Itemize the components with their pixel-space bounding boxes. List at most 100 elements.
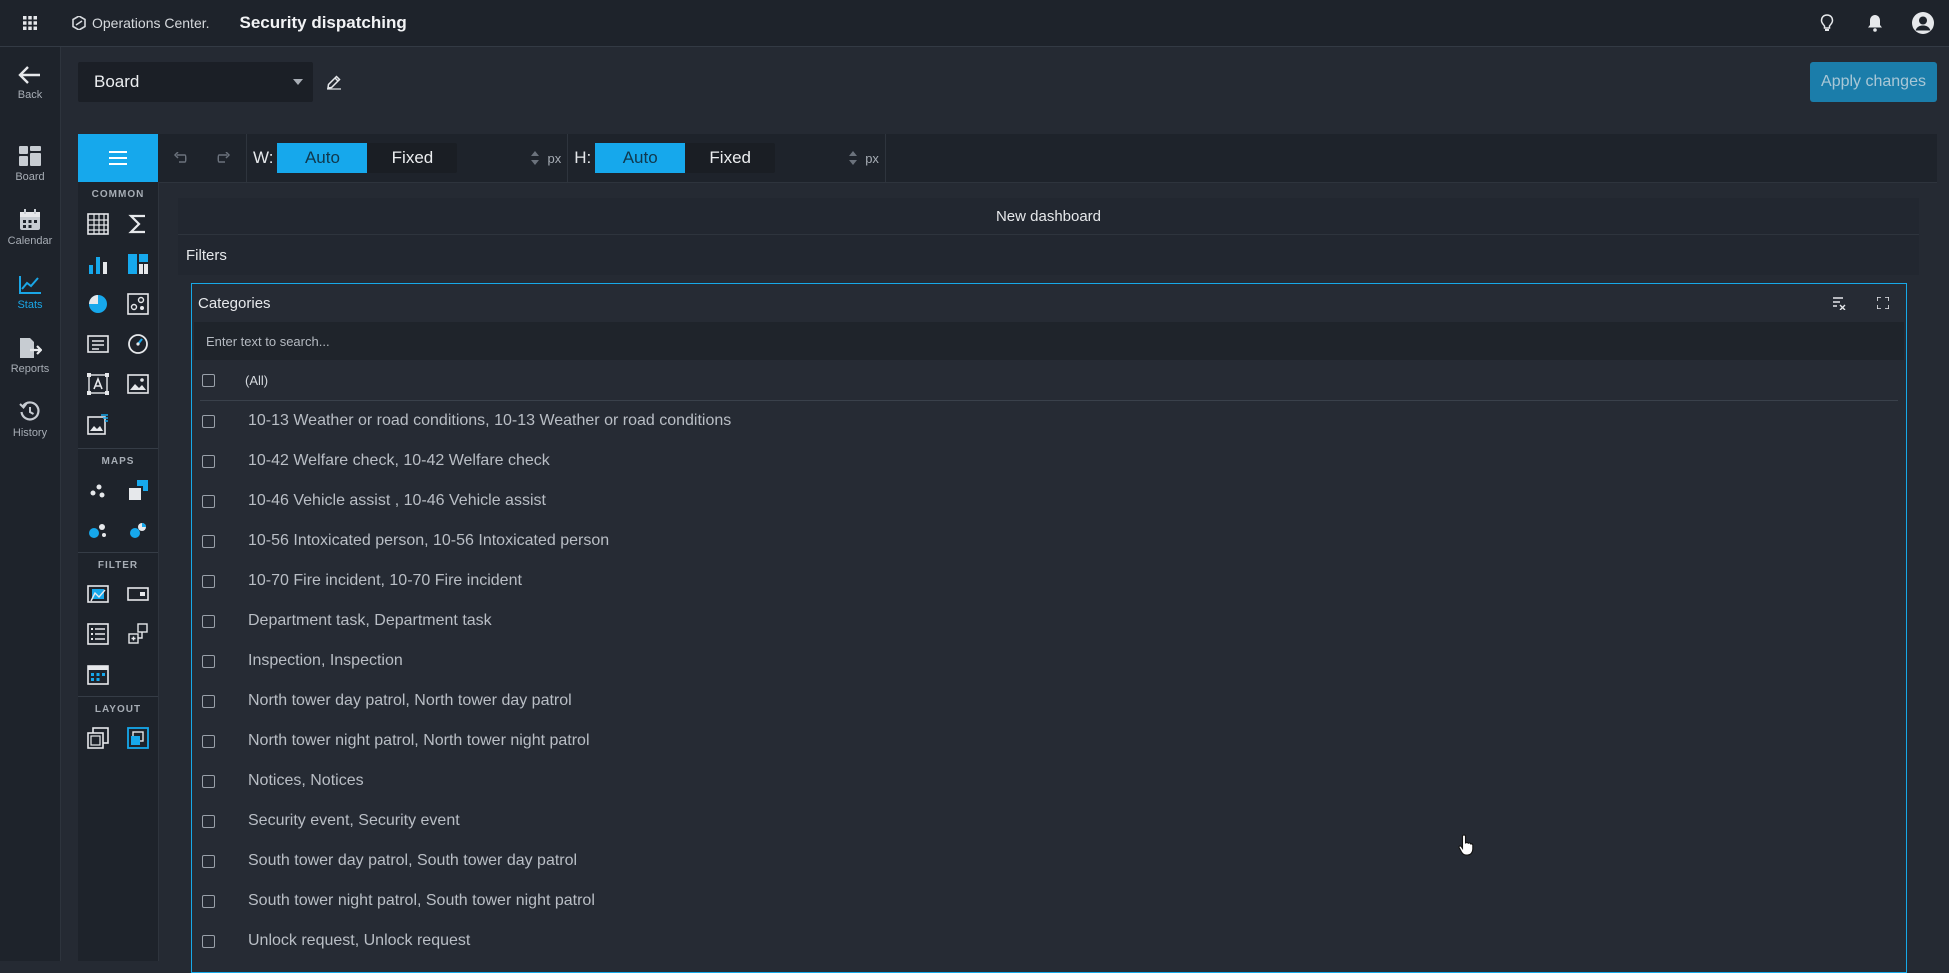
image-icon[interactable]	[124, 370, 152, 398]
width-auto-option[interactable]: Auto	[277, 143, 368, 173]
hamburger-menu-icon	[109, 151, 127, 165]
toolbox-menu-button[interactable]	[78, 134, 158, 182]
user-avatar-icon	[1912, 12, 1934, 34]
grid-item-icon[interactable]	[84, 210, 112, 238]
list-item-checkbox[interactable]	[202, 814, 215, 828]
list-item-checkbox[interactable]	[202, 614, 215, 628]
list-item-checkbox[interactable]	[202, 934, 215, 948]
categories-list-box[interactable]: Categories (All) 10-13 Weather or ro	[191, 283, 1907, 973]
list-item[interactable]: Security event, Security event	[200, 801, 1898, 841]
toolbar-divider	[246, 134, 247, 182]
list-item[interactable]: Unlock request, Unlock request	[200, 921, 1898, 961]
categories-search-input[interactable]	[194, 321, 1904, 361]
range-filter-icon[interactable]	[84, 580, 112, 608]
list-item-label: 10-13 Weather or road conditions, 10-13 …	[248, 412, 732, 429]
list-item[interactable]: Department task, Department task	[200, 601, 1898, 641]
list-item-checkbox[interactable]	[202, 654, 215, 668]
toolbar-divider	[884, 134, 886, 182]
list-item-label: 10-70 Fire incident, 10-70 Fire incident	[248, 572, 522, 589]
nav-stats-label: Stats	[17, 299, 43, 311]
list-item[interactable]: North tower day patrol, North tower day …	[200, 681, 1898, 721]
list-item-checkbox[interactable]	[202, 854, 215, 868]
bar-chart-icon[interactable]	[84, 250, 112, 278]
apply-changes-button[interactable]: Apply changes	[1810, 62, 1937, 102]
choropleth-map-icon[interactable]	[124, 476, 152, 504]
gauge-icon[interactable]	[124, 330, 152, 358]
list-item-checkbox[interactable]	[202, 734, 215, 748]
height-value-spinner[interactable]	[775, 143, 865, 173]
pie-map-icon[interactable]	[124, 516, 152, 544]
list-item[interactable]: Notices, Notices	[200, 761, 1898, 801]
nav-board[interactable]: Board	[0, 145, 60, 201]
nav-stats[interactable]: Stats	[0, 275, 60, 331]
list-item[interactable]: 10-13 Weather or road conditions, 10-13 …	[200, 401, 1898, 441]
list-item-checkbox[interactable]	[202, 494, 215, 508]
bubble-map-icon[interactable]	[84, 516, 112, 544]
date-filter-icon[interactable]	[84, 660, 112, 688]
dashboard-title[interactable]: New dashboard	[178, 198, 1919, 235]
list-item-label: Inspection, Inspection	[248, 652, 403, 669]
select-all-row[interactable]: (All)	[200, 360, 1898, 401]
clear-filter-button[interactable]	[1830, 294, 1848, 312]
text-box-icon[interactable]	[84, 370, 112, 398]
tree-view-icon[interactable]	[124, 620, 152, 648]
geo-point-map-icon[interactable]	[84, 476, 112, 504]
height-spin-arrows[interactable]	[849, 151, 858, 165]
sigma-card-icon[interactable]	[124, 210, 152, 238]
select-all-checkbox[interactable]	[202, 373, 215, 387]
list-item[interactable]: South tower day patrol, South tower day …	[200, 841, 1898, 881]
nav-reports[interactable]: Reports	[0, 337, 60, 393]
nav-reports-label: Reports	[10, 363, 50, 375]
list-item-checkbox[interactable]	[202, 894, 215, 908]
list-item[interactable]: 10-46 Vehicle assist , 10-46 Vehicle ass…	[200, 481, 1898, 521]
tips-button[interactable]	[1815, 11, 1839, 35]
dashboard-surface: New dashboard Filters Categories Enter t…	[178, 198, 1919, 973]
list-item[interactable]: 10-56 Intoxicated person, 10-56 Intoxica…	[200, 521, 1898, 561]
height-fixed-option[interactable]: Fixed	[685, 143, 775, 173]
pie-chart-icon[interactable]	[84, 290, 112, 318]
nav-history[interactable]: History	[0, 401, 60, 457]
list-item[interactable]: 10-42 Welfare check, 10-42 Welfare check	[200, 441, 1898, 481]
list-item-checkbox[interactable]	[202, 534, 215, 548]
edit-board-button[interactable]	[322, 70, 346, 94]
card-icon[interactable]	[84, 330, 112, 358]
chevron-down-icon	[293, 79, 303, 85]
redo-button[interactable]	[202, 134, 246, 182]
user-account-button[interactable]	[1911, 11, 1935, 35]
tab-container-icon[interactable]	[124, 724, 152, 752]
categories-search	[194, 321, 1904, 361]
list-item[interactable]: 10-70 Fire incident, 10-70 Fire incident	[200, 561, 1898, 601]
nav-calendar[interactable]: Calendar	[0, 209, 60, 265]
list-item-label: Unlock request, Unlock request	[248, 932, 471, 949]
maximize-button[interactable]	[1874, 294, 1892, 312]
width-spin-arrows[interactable]	[531, 151, 540, 165]
list-item-checkbox[interactable]	[202, 454, 215, 468]
group-icon[interactable]	[84, 724, 112, 752]
list-item[interactable]: South tower night patrol, South tower ni…	[200, 881, 1898, 921]
width-value-spinner[interactable]	[457, 143, 547, 173]
list-item-checkbox[interactable]	[202, 694, 215, 708]
undo-button[interactable]	[158, 134, 202, 182]
height-auto-option[interactable]: Auto	[595, 143, 686, 173]
list-item-label: Notices, Notices	[248, 772, 364, 789]
nav-back[interactable]: Back	[0, 65, 60, 121]
width-fixed-option[interactable]: Fixed	[367, 143, 457, 173]
treemap-icon[interactable]	[124, 250, 152, 278]
width-mode-toggle: Auto Fixed	[277, 143, 458, 173]
categories-card-title: Categories	[198, 294, 271, 312]
filters-group-title: Filters	[178, 235, 1919, 275]
list-item-checkbox[interactable]	[202, 414, 215, 428]
apps-grid-button[interactable]	[0, 0, 60, 46]
notifications-button[interactable]	[1863, 11, 1887, 35]
clear-filter-icon	[1833, 297, 1846, 310]
list-item[interactable]: North tower night patrol, North tower ni…	[200, 721, 1898, 761]
board-select[interactable]: Board	[78, 62, 313, 102]
bell-icon	[1868, 15, 1882, 32]
list-box-icon[interactable]	[84, 620, 112, 648]
bound-image-icon[interactable]	[84, 410, 112, 438]
list-item[interactable]: Inspection, Inspection	[200, 641, 1898, 681]
scatter-chart-icon[interactable]	[124, 290, 152, 318]
list-item-checkbox[interactable]	[202, 574, 215, 588]
list-item-checkbox[interactable]	[202, 774, 215, 788]
combo-box-icon[interactable]	[124, 580, 152, 608]
